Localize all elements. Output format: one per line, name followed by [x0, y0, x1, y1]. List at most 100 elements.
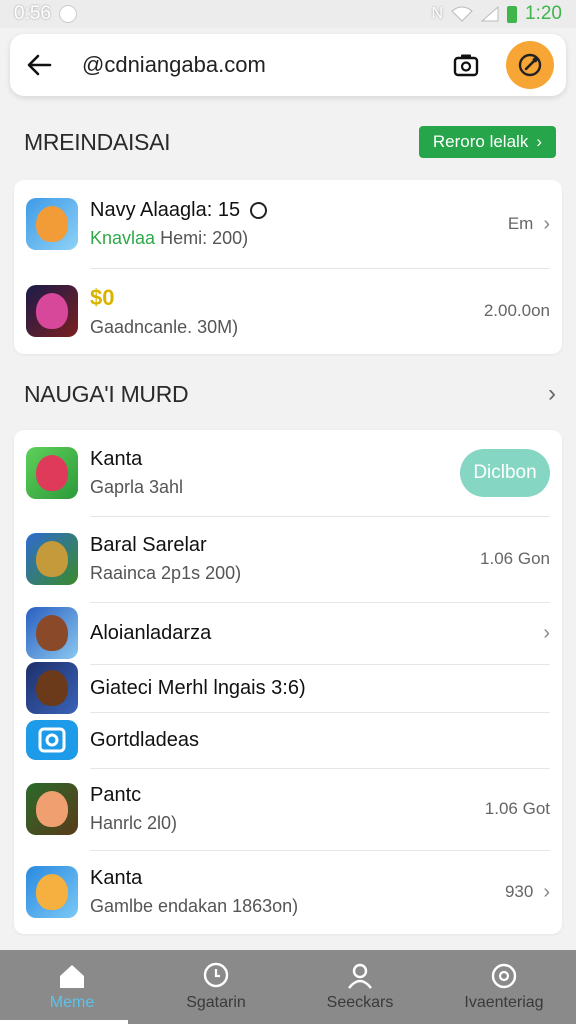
network-icon: N	[431, 5, 444, 22]
item-title: Aloianladarza	[90, 621, 212, 644]
bottom-nav: Meme Sgatarin Seeckars Ivaenteriag	[0, 950, 576, 1024]
item-text: Pantc Hanrlc 2l0)	[90, 784, 485, 834]
chevron-right-icon: ›	[543, 212, 550, 235]
item-value: 2.00.0on	[483, 301, 550, 320]
item-subtitle: Knavlaa Hemi: 200)	[90, 228, 249, 248]
item-subtitle: Gaadncanle. 30M)	[90, 316, 239, 337]
list-item[interactable]: Kanta Gamlbe endakan 1863on) 930 ›	[14, 850, 562, 934]
clock-icon	[250, 202, 268, 220]
camera-icon	[453, 54, 479, 77]
list-item[interactable]: Kanta Gaprla 3ahl Diclbon	[14, 430, 562, 516]
nav-home[interactable]: Meme	[0, 950, 144, 1024]
girl-character-icon	[26, 783, 78, 835]
section2-card: Kanta Gaprla 3ahl Diclbon Baral Sarelar …	[14, 430, 562, 934]
item-right: 2.00.0on	[484, 301, 550, 321]
section2-header[interactable]: NAUGA'I MURD ›	[24, 380, 556, 408]
status-left: 0:56	[14, 3, 77, 25]
warrior-game-icon	[26, 533, 78, 585]
item-title: $0	[90, 284, 115, 310]
nav-search[interactable]: Seeckars	[288, 950, 432, 1024]
list-item[interactable]: Aloianladarza ›	[14, 602, 562, 664]
item-value: 930	[504, 882, 534, 901]
nav-label: Ivaenteriag	[464, 994, 544, 1011]
nav-settings[interactable]: Ivaenteriag	[432, 950, 576, 1024]
cat-game-icon	[26, 198, 78, 250]
item-value: 1.06 Gon	[480, 549, 550, 568]
camera-button[interactable]	[448, 47, 484, 83]
item-subtitle: Gaprla 3ahl	[90, 477, 184, 497]
red-character-icon	[26, 447, 78, 499]
profile-button[interactable]	[506, 41, 554, 89]
item-text: Navy Alaagla: 15 Knavlaa Hemi: 200)	[90, 199, 508, 249]
item-value: 1.06 Got	[484, 799, 550, 818]
item-text: $0 Gaadncanle. 30M)	[90, 285, 484, 338]
chevron-right-icon: ›	[543, 880, 550, 903]
item-right: ›	[543, 622, 550, 645]
item-subtitle: Hanrlc 2l0)	[90, 813, 178, 833]
nav-label: Sgatarin	[186, 994, 246, 1011]
status-time-right: 1:20	[525, 3, 562, 24]
item-value: Em	[507, 214, 534, 233]
person-icon	[348, 963, 372, 989]
back-button[interactable]	[22, 48, 56, 82]
wifi-icon	[451, 6, 473, 22]
section1-card: Navy Alaagla: 15 Knavlaa Hemi: 200) Em ›…	[14, 180, 562, 354]
active-tab-indicator	[0, 1020, 128, 1024]
item-title: Baral Sarelar	[90, 534, 207, 556]
camera-glyph-icon	[38, 727, 66, 753]
address-bar[interactable]: @cdniangaba.com	[10, 34, 566, 96]
list-item[interactable]: Giateci Merhl lngais 3:6)	[14, 662, 562, 714]
nav-chat[interactable]: Sgatarin	[144, 950, 288, 1024]
url-text[interactable]: @cdniangaba.com	[82, 52, 448, 78]
signal-icon	[481, 6, 499, 22]
item-title: Kanta	[90, 448, 143, 470]
list-item[interactable]: Navy Alaagla: 15 Knavlaa Hemi: 200) Em ›	[14, 180, 562, 268]
monster-character-icon	[26, 662, 78, 714]
item-text: Giateci Merhl lngais 3:6)	[90, 677, 550, 700]
camera-app-icon	[26, 720, 78, 760]
compass-icon	[518, 53, 542, 77]
list-item[interactable]: Pantc Hanrlc 2l0) 1.06 Got	[14, 768, 562, 850]
section1-action-label: Reroro lelalk	[432, 132, 529, 151]
chat-icon	[203, 962, 229, 988]
status-bar: 0:56 N 1:20	[0, 0, 576, 28]
notification-icon	[58, 5, 77, 23]
chevron-right-icon: ›	[536, 132, 542, 151]
list-item[interactable]: Baral Sarelar Raainca 2p1s 200) 1.06 Gon	[14, 516, 562, 602]
nav-label: Meme	[49, 994, 95, 1011]
list-item[interactable]: Gortdladeas	[14, 712, 562, 768]
item-title: Kanta	[90, 867, 143, 889]
item-text: Aloianladarza	[90, 622, 543, 645]
list-item[interactable]: $0 Gaadncanle. 30M) 2.00.0on	[14, 268, 562, 354]
battery-icon	[507, 5, 518, 23]
home-icon	[60, 965, 84, 988]
nav-label: Seeckars	[326, 994, 394, 1011]
status-right: N 1:20	[431, 3, 562, 25]
chevron-right-icon: ›	[543, 621, 550, 644]
item-subtitle: Raainca 2p1s 200)	[90, 563, 242, 583]
action-game-icon	[26, 285, 78, 337]
item-text: Baral Sarelar Raainca 2p1s 200)	[90, 534, 480, 584]
section2-title: NAUGA'I MURD	[24, 380, 189, 407]
fantasy-character-icon	[26, 607, 78, 659]
section1-title: MREINDAISAI	[24, 128, 171, 155]
item-text: Gortdladeas	[90, 729, 550, 752]
section1-action-button[interactable]: Reroro lelalk ›	[418, 126, 556, 158]
item-right: Em ›	[508, 213, 550, 236]
back-arrow-icon	[27, 54, 52, 76]
item-title: Giateci Merhl lngais 3:6)	[90, 676, 306, 699]
item-title: Navy Alaagla: 15	[90, 199, 508, 222]
status-time: 0:56	[14, 3, 51, 24]
fox-character-icon	[26, 866, 78, 918]
item-right: 1.06 Got	[485, 799, 550, 819]
item-text: Kanta Gaprla 3ahl	[90, 448, 460, 498]
item-title: Pantc	[90, 784, 142, 806]
chevron-right-icon[interactable]: ›	[548, 380, 556, 408]
item-title: Gortdladeas	[90, 728, 199, 751]
item-right: 930 ›	[505, 881, 550, 904]
section1-header: MREINDAISAI Reroro lelalk ›	[24, 126, 556, 158]
item-text: Kanta Gamlbe endakan 1863on)	[90, 867, 505, 917]
settings-icon	[491, 963, 517, 989]
item-right: 1.06 Gon	[480, 549, 550, 569]
install-button[interactable]: Diclbon	[460, 449, 550, 497]
